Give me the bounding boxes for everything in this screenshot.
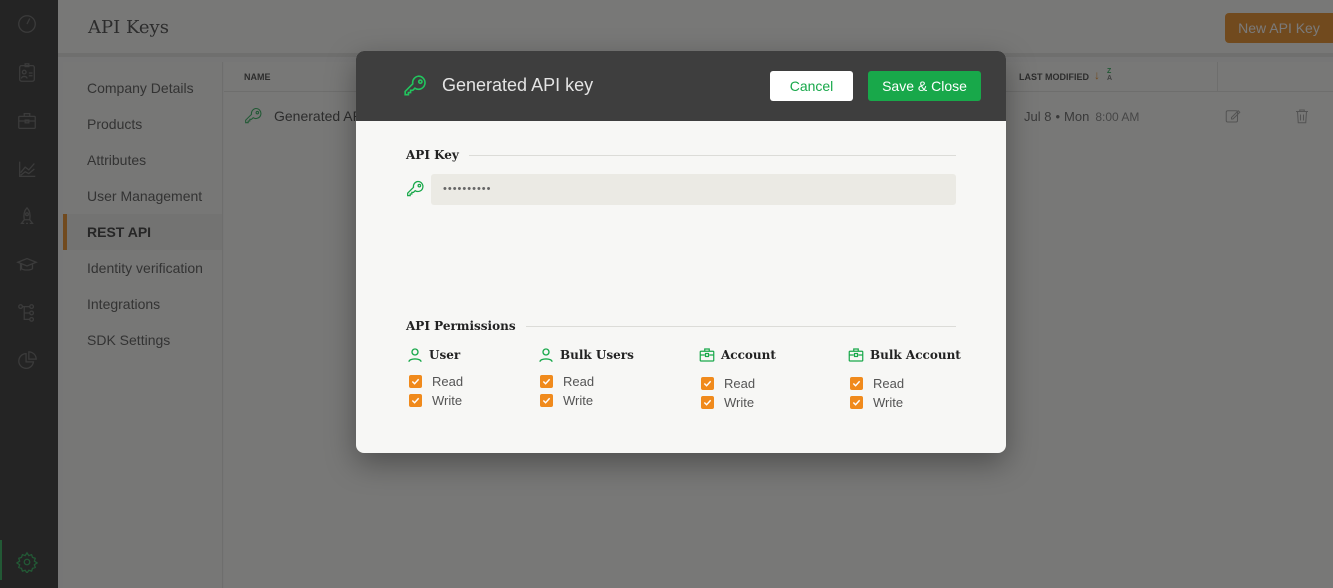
cancel-button[interactable]: Cancel — [770, 71, 853, 101]
permission-user-write[interactable]: Write — [406, 391, 463, 410]
permission-account-write[interactable]: Write — [698, 393, 776, 412]
write-checkbox[interactable] — [701, 396, 714, 409]
permission-group-user: User Read Write — [406, 345, 463, 410]
permission-group-bulk-users: Bulk Users Read Write — [537, 345, 634, 410]
permission-group-account: Account Read Write — [698, 345, 776, 412]
permission-bulk-users-write[interactable]: Write — [537, 391, 634, 410]
briefcase-icon — [848, 348, 864, 362]
permission-user-read[interactable]: Read — [406, 372, 463, 391]
user-icon — [408, 348, 422, 363]
read-checkbox[interactable] — [540, 375, 553, 388]
permission-account-read[interactable]: Read — [698, 374, 776, 393]
permission-bulk-users-read[interactable]: Read — [537, 372, 634, 391]
write-checkbox[interactable] — [850, 396, 863, 409]
write-checkbox[interactable] — [409, 394, 422, 407]
save-close-button[interactable]: Save & Close — [868, 71, 981, 101]
briefcase-icon — [699, 348, 715, 362]
read-checkbox[interactable] — [701, 377, 714, 390]
key-icon — [404, 75, 426, 96]
write-checkbox[interactable] — [540, 394, 553, 407]
permission-bulk-account-write[interactable]: Write — [847, 393, 961, 412]
section-divider — [406, 155, 956, 156]
read-checkbox[interactable] — [850, 377, 863, 390]
modal-title: Generated API key — [442, 75, 594, 95]
user-icon — [539, 348, 553, 363]
api-key-modal: Generated API key Cancel Save & Close AP… — [356, 51, 1006, 453]
api-key-field[interactable]: •••••••••• — [431, 174, 956, 205]
read-checkbox[interactable] — [409, 375, 422, 388]
key-icon — [407, 180, 424, 197]
api-key-section-label: API Key — [406, 148, 469, 162]
permission-group-bulk-account: Bulk Account Read Write — [847, 345, 961, 412]
api-permissions-section-label: API Permissions — [406, 319, 526, 333]
modal-header: Generated API key Cancel Save & Close — [356, 51, 1006, 121]
permission-bulk-account-read[interactable]: Read — [847, 374, 961, 393]
